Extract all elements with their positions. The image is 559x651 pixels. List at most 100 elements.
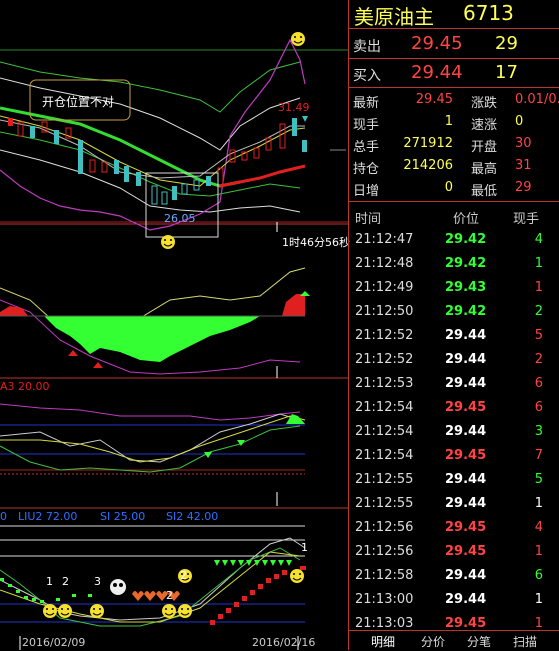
tick-time: 21:12:49 xyxy=(355,280,414,295)
tick-time: 21:13:00 xyxy=(355,592,414,607)
panel4-label-si2: SI2 42.00 xyxy=(166,510,219,523)
quote-header: 美原油主 6713 xyxy=(349,0,559,29)
marker-1: 1 xyxy=(46,575,53,588)
candle xyxy=(8,118,13,126)
tick-row[interactable]: 21:12:52 29.44 2 xyxy=(349,348,559,372)
candle xyxy=(54,130,59,144)
smiley-icon xyxy=(58,604,72,618)
quote-value: 31 xyxy=(515,158,532,173)
tick-time: 21:13:03 xyxy=(355,616,414,631)
tick-row[interactable]: 21:12:50 29.42 2 xyxy=(349,300,559,324)
candle xyxy=(151,185,158,205)
skull-icon xyxy=(110,579,126,595)
candle xyxy=(89,159,96,173)
tick-price: 29.43 xyxy=(445,280,487,295)
panel3-label: A3 20.00 xyxy=(0,380,50,393)
candle xyxy=(279,123,286,149)
tick-time: 21:12:52 xyxy=(355,328,414,343)
quote-label: 最新 xyxy=(353,96,380,111)
tab-scan[interactable]: 扫描 xyxy=(513,633,537,650)
tick-volume: 3 xyxy=(534,424,543,439)
marker-4: 2 xyxy=(166,589,173,602)
quote-value: 0 xyxy=(515,114,524,129)
tick-row[interactable]: 21:12:58 29.44 6 xyxy=(349,564,559,588)
down-arrow-icon xyxy=(237,440,245,446)
panel4-label-liu2: LIU2 72.00 xyxy=(18,510,78,523)
tick-row[interactable]: 21:12:53 29.44 6 xyxy=(349,372,559,396)
tick-row[interactable]: 21:12:54 29.45 7 xyxy=(349,444,559,468)
tick-row[interactable]: 21:12:54 29.45 6 xyxy=(349,396,559,420)
tick-row[interactable]: 21:12:55 29.44 1 xyxy=(349,492,559,516)
tick-volume: 1 xyxy=(534,592,543,607)
quote-label: 开盘 xyxy=(471,140,498,155)
tick-row[interactable]: 21:13:00 29.44 1 xyxy=(349,588,559,612)
tick-row[interactable]: 21:12:56 29.45 4 xyxy=(349,516,559,540)
ask-label: 卖出 xyxy=(353,39,381,55)
tick-row[interactable]: 21:12:48 29.42 1 xyxy=(349,252,559,276)
tick-time: 21:12:56 xyxy=(355,544,414,559)
quote-value: 271912 xyxy=(403,136,453,151)
quote-row: 持仓 214206 最高 31 xyxy=(349,156,559,178)
tick-price: 29.44 xyxy=(445,496,487,511)
tab-detail[interactable]: 明细 xyxy=(371,633,395,650)
instrument-code: 6713 xyxy=(463,1,514,25)
tick-time: 21:12:48 xyxy=(355,256,414,271)
tick-volume: 4 xyxy=(534,232,543,247)
tick-time: 21:12:54 xyxy=(355,400,414,415)
tick-price: 29.44 xyxy=(445,568,487,583)
candle xyxy=(136,172,141,186)
up-triangle-icon xyxy=(93,362,103,368)
tick-time: 21:12:54 xyxy=(355,448,414,463)
tick-row[interactable]: 21:12:47 29.42 4 xyxy=(349,228,559,252)
smiley-icon xyxy=(290,569,304,583)
date-label-end: 2016/02/16 xyxy=(252,636,316,649)
tick-price: 29.44 xyxy=(445,352,487,367)
candle xyxy=(161,191,168,205)
quote-row: 总手 271912 开盘 30 xyxy=(349,134,559,156)
tick-price: 29.45 xyxy=(445,448,487,463)
tick-price: 29.45 xyxy=(445,544,487,559)
yellow-kdj-line xyxy=(0,415,306,463)
tick-row[interactable]: 21:12:49 29.43 1 xyxy=(349,276,559,300)
candle xyxy=(292,118,297,136)
tick-price: 29.44 xyxy=(445,592,487,607)
tick-row[interactable]: 21:12:52 29.44 5 xyxy=(349,324,559,348)
col-time-header: 时间 xyxy=(355,212,382,227)
tick-volume: 1 xyxy=(534,280,543,295)
tick-volume: 5 xyxy=(534,472,543,487)
quote-label: 持仓 xyxy=(353,162,380,177)
candle xyxy=(302,140,307,152)
candle xyxy=(124,166,129,182)
tab-price-distribution[interactable]: 分价 xyxy=(421,633,445,650)
tick-time: 21:12:50 xyxy=(355,304,414,319)
tick-time: 21:12:55 xyxy=(355,496,414,511)
tick-price: 29.44 xyxy=(445,472,487,487)
tick-time: 21:12:56 xyxy=(355,520,414,535)
tick-row[interactable]: 21:12:56 29.45 1 xyxy=(349,540,559,564)
candle xyxy=(253,147,260,159)
tab-tick[interactable]: 分笔 xyxy=(467,633,491,650)
tick-time: 21:12:53 xyxy=(355,376,414,391)
smiley-icon xyxy=(178,604,192,618)
candle xyxy=(172,186,177,200)
quote-label: 现手 xyxy=(353,118,380,133)
smiley-icon xyxy=(291,32,305,46)
quote-label: 涨跌 xyxy=(471,96,498,111)
quote-value: 0.01/0.0 xyxy=(515,92,559,107)
tick-row[interactable]: 21:12:54 29.44 3 xyxy=(349,420,559,444)
date-label-start: 2016/02/09 xyxy=(22,636,86,649)
countdown-label: 1时46分56秒 xyxy=(282,236,350,249)
candle xyxy=(78,140,83,174)
smiley-icon xyxy=(162,604,176,618)
candle xyxy=(30,126,35,138)
tick-volume: 2 xyxy=(534,352,543,367)
candle xyxy=(181,183,188,195)
col-volume-header: 现手 xyxy=(513,212,540,227)
tick-time: 21:12:58 xyxy=(355,568,414,583)
red-histogram-left xyxy=(0,306,28,316)
quote-value: 214206 xyxy=(403,158,453,173)
quote-row: 日增 0 最低 29 xyxy=(349,178,559,200)
quote-value: 29.45 xyxy=(415,92,453,107)
ask-volume: 29 xyxy=(495,33,518,54)
tick-row[interactable]: 21:12:55 29.44 5 xyxy=(349,468,559,492)
